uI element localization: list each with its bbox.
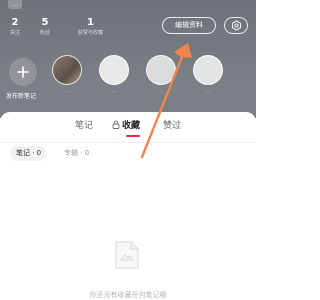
stat-followers-label: 粉丝 [40,30,51,36]
subtab-albums[interactable]: 专辑 · 0 [58,146,95,161]
story-item[interactable] [146,55,176,85]
gear-icon [231,20,241,31]
add-note-button[interactable] [9,58,37,86]
header-badge: … [8,0,22,9]
empty-state-message: 你还没有收藏任何笔记哦 [89,291,167,299]
lock-icon [112,120,120,129]
edit-profile-button[interactable]: 编辑资料 [162,17,216,34]
empty-document-icon [115,241,139,269]
add-note-label: 发布新笔记 [6,93,37,100]
settings-button[interactable] [224,17,248,34]
subtab-notes[interactable]: 笔记 · 0 [10,146,48,161]
story-item[interactable] [193,55,223,85]
story-label: … [111,89,117,94]
stat-likes-count: 1 [87,17,94,28]
profile-header: … 2 关注 5 粉丝 1 获赞与收藏 编辑资料 发布新笔记 … … … … [0,0,256,118]
stat-following-label: 关注 [10,30,21,36]
tab-collections-label: 收藏 [122,121,141,131]
tab-liked[interactable]: 赞过 [163,119,181,133]
active-tab-indicator [126,135,140,137]
content-panel: 笔记 收藏 赞过 笔记 · 0 专辑 · 0 你还没有收藏任何笔记哦 [0,112,256,300]
stat-followers[interactable]: 5 粉丝 [40,17,50,37]
profile-tabs: 笔记 收藏 赞过 [0,119,256,137]
story-label: … [64,89,70,94]
stat-followers-count: 5 [41,17,49,28]
story-item[interactable] [52,55,82,85]
stat-likes-label: 获赞与收藏 [78,30,104,36]
tab-collections[interactable]: 收藏 [112,119,140,133]
story-label: … [205,89,211,94]
stat-following-count: 2 [11,17,19,28]
stat-following[interactable]: 2 关注 [10,17,20,37]
plus-icon [17,66,29,78]
story-label: … [158,89,164,94]
tabs-divider [0,142,256,143]
stat-likes[interactable]: 1 获赞与收藏 [78,17,103,37]
story-item[interactable] [99,55,129,85]
tab-notes[interactable]: 笔记 [75,119,93,133]
